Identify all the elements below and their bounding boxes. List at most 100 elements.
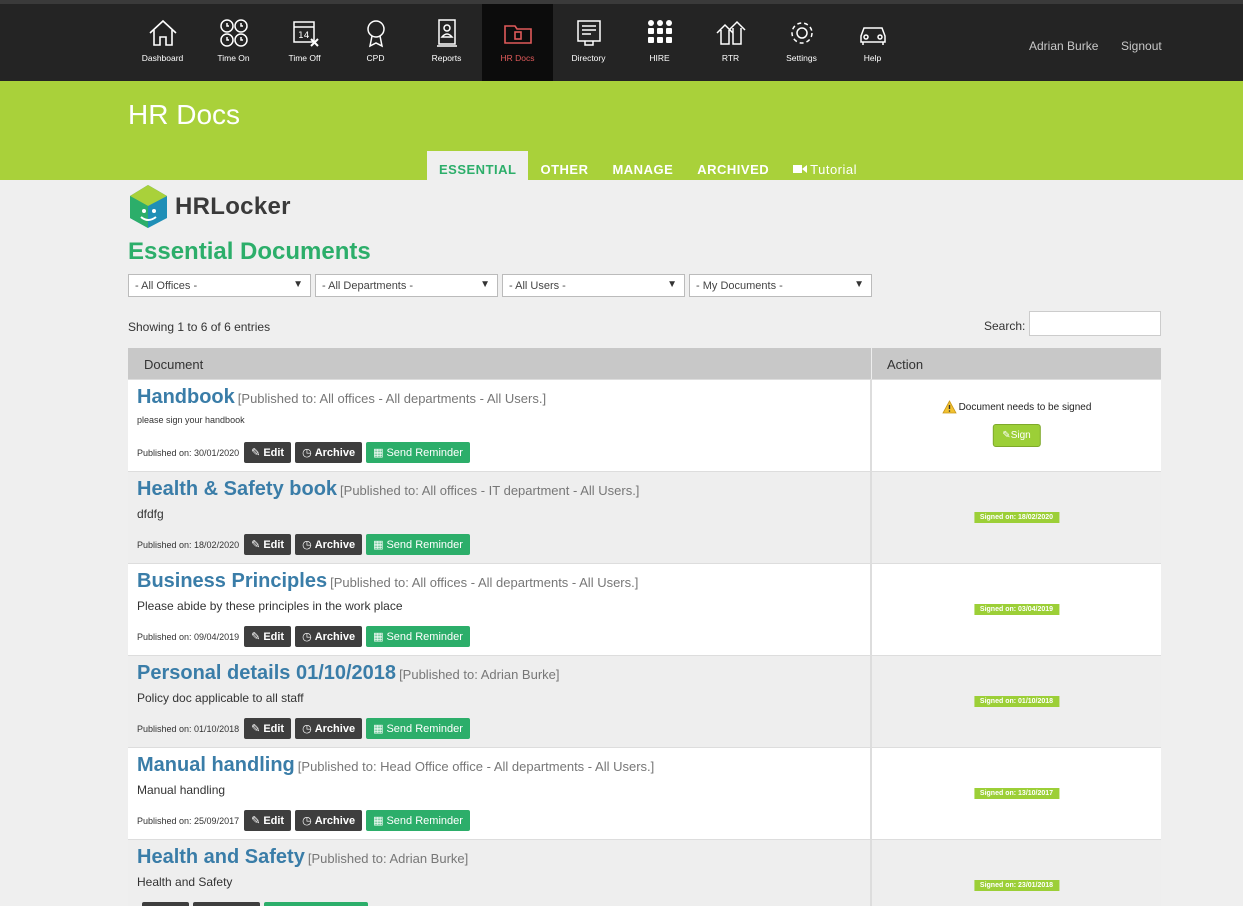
archive-button[interactable]: ◷Archive (193, 902, 260, 906)
edit-button[interactable]: ✎Edit (142, 902, 189, 906)
folder-icon (503, 25, 532, 44)
archive-label: Archive (314, 538, 356, 551)
entries-count: Showing 1 to 6 of 6 entries (128, 320, 271, 334)
report-icon (436, 19, 457, 47)
send-reminder-button[interactable]: ▦Send Reminder (366, 626, 470, 647)
published-to: [Published to: All offices - All departm… (237, 391, 547, 406)
archive-button[interactable]: ◷Archive (295, 442, 363, 463)
office-filter-value: - All Offices - (135, 280, 198, 292)
department-filter[interactable]: - All Departments - ▼ (315, 274, 498, 297)
edit-button[interactable]: ✎Edit (244, 718, 292, 739)
archive-button[interactable]: ◷Archive (295, 534, 363, 555)
column-header-document[interactable]: Document (128, 348, 872, 379)
send-reminder-button[interactable]: ▦Send Reminder (366, 534, 470, 555)
nav-hr-docs[interactable]: HR Docs (482, 4, 553, 81)
send-reminder-label: Send Reminder (386, 722, 463, 735)
nav-label: Time Off (288, 53, 321, 63)
office-filter[interactable]: - All Offices - ▼ (128, 274, 311, 297)
clock-small-icon: ◷ (302, 539, 312, 551)
document-title[interactable]: Handbook (137, 386, 235, 408)
document-filter[interactable]: - My Documents - ▼ (689, 274, 872, 297)
video-icon (793, 165, 808, 173)
search-label: Search: (984, 319, 1026, 333)
nav-label: CPD (366, 53, 385, 63)
page-header: HR Docs ESSENTIAL OTHER MANAGE ARCHIVED … (0, 81, 1243, 180)
nav-time-on[interactable]: Time On (198, 4, 269, 81)
edit-button[interactable]: ✎Edit (244, 534, 292, 555)
documents-table: Document Action Handbook [Published to: A… (128, 348, 1161, 906)
clock-small-icon: ◷ (302, 447, 312, 459)
send-reminder-label: Send Reminder (386, 814, 463, 827)
edit-button[interactable]: ✎Edit (244, 810, 292, 831)
document-description: Manual handling (137, 783, 226, 797)
document-cell: Manual handling [Published to: Head Offic… (128, 748, 872, 839)
tab-bar: ESSENTIAL OTHER MANAGE ARCHIVED Tutorial (427, 151, 869, 180)
houses-icon (715, 20, 746, 45)
nav-time-off[interactable]: 14 Time Off (269, 4, 340, 81)
archive-button[interactable]: ◷Archive (295, 810, 363, 831)
send-reminder-label: Send Reminder (386, 538, 463, 551)
signout-link[interactable]: Signout (1121, 39, 1162, 53)
section-title: Essential Documents (128, 238, 371, 265)
document-title[interactable]: Personal details 01/10/2018 (137, 662, 396, 684)
edit-label: Edit (263, 446, 285, 459)
tab-tutorial-label: Tutorial (810, 162, 858, 177)
archive-label: Archive (314, 722, 356, 735)
signed-badge: Signed on: 23/01/2018 (973, 880, 1060, 891)
table-row: Personal details 01/10/2018 [Published to… (128, 656, 1161, 748)
document-description: please sign your handbook (137, 415, 245, 425)
edit-label: Edit (263, 722, 285, 735)
sign-button[interactable]: ✎Sign (992, 424, 1041, 447)
document-cell: Handbook [Published to: All offices - All… (128, 380, 872, 471)
published-on: Published on: 09/04/2019 (137, 631, 240, 642)
logo-text: HRLocker (175, 192, 291, 220)
nav-directory[interactable]: Directory (553, 4, 624, 81)
published-on: Published on: 18/02/2020 (137, 539, 240, 550)
nav-rtr[interactable]: RTR (695, 4, 766, 81)
edit-button[interactable]: ✎Edit (244, 626, 292, 647)
send-reminder-button[interactable]: ▦Send Reminder (366, 810, 470, 831)
nav-settings[interactable]: Settings (766, 4, 837, 81)
document-cell: Health and Safety [Published to: Adrian B… (128, 840, 872, 906)
user-filter[interactable]: - All Users - ▼ (502, 274, 685, 297)
directory-icon (576, 20, 601, 46)
document-title[interactable]: Manual handling (137, 754, 295, 776)
hrlocker-logo: HRLocker (128, 184, 291, 229)
table-row: Health and Safety [Published to: Adrian B… (128, 840, 1161, 906)
tab-archived[interactable]: ARCHIVED (685, 151, 781, 180)
document-filter-value: - My Documents - (696, 280, 783, 292)
document-meta: ✎Edit ◷Archive ▦Send Reminder (137, 902, 368, 906)
nav-label: HR Docs (500, 53, 535, 63)
send-reminder-button[interactable]: ▦Send Reminder (263, 902, 368, 906)
tab-other[interactable]: OTHER (528, 151, 600, 180)
published-to: [Published to: All offices - IT departme… (340, 483, 640, 498)
search-input[interactable] (1029, 311, 1161, 336)
nav-hire[interactable]: HIRE (624, 4, 695, 81)
document-title[interactable]: Business Principles (137, 570, 327, 592)
people-icon (647, 20, 672, 43)
edit-label: Edit (263, 538, 285, 551)
edit-button[interactable]: ✎Edit (244, 442, 292, 463)
nav-reports[interactable]: Reports (411, 4, 482, 81)
clock-small-icon: ◷ (302, 815, 312, 827)
action-cell: Signed on: 13/10/2017 (872, 748, 1161, 839)
tab-tutorial[interactable]: Tutorial (781, 151, 869, 180)
archive-button[interactable]: ◷Archive (295, 626, 363, 647)
document-title[interactable]: Health and Safety (137, 846, 305, 868)
clock-small-icon: ◷ (302, 631, 312, 643)
edit-icon: ✎ (251, 631, 261, 643)
published-to: [Published to: Adrian Burke] (399, 667, 560, 682)
document-title[interactable]: Health & Safety book (137, 478, 337, 500)
calendar-small-icon: ▦ (373, 815, 384, 827)
document-description: Policy doc applicable to all staff (137, 691, 304, 705)
nav-dashboard[interactable]: Dashboard (127, 4, 198, 81)
nav-cpd[interactable]: CPD (340, 4, 411, 81)
tab-manage[interactable]: MANAGE (600, 151, 685, 180)
home-icon (148, 19, 177, 46)
send-reminder-button[interactable]: ▦Send Reminder (366, 718, 470, 739)
tab-essential[interactable]: ESSENTIAL (427, 151, 529, 180)
send-reminder-button[interactable]: ▦Send Reminder (366, 442, 470, 463)
user-name[interactable]: Adrian Burke (1029, 39, 1098, 53)
archive-button[interactable]: ◷Archive (295, 718, 363, 739)
nav-help[interactable]: Help (837, 4, 908, 81)
